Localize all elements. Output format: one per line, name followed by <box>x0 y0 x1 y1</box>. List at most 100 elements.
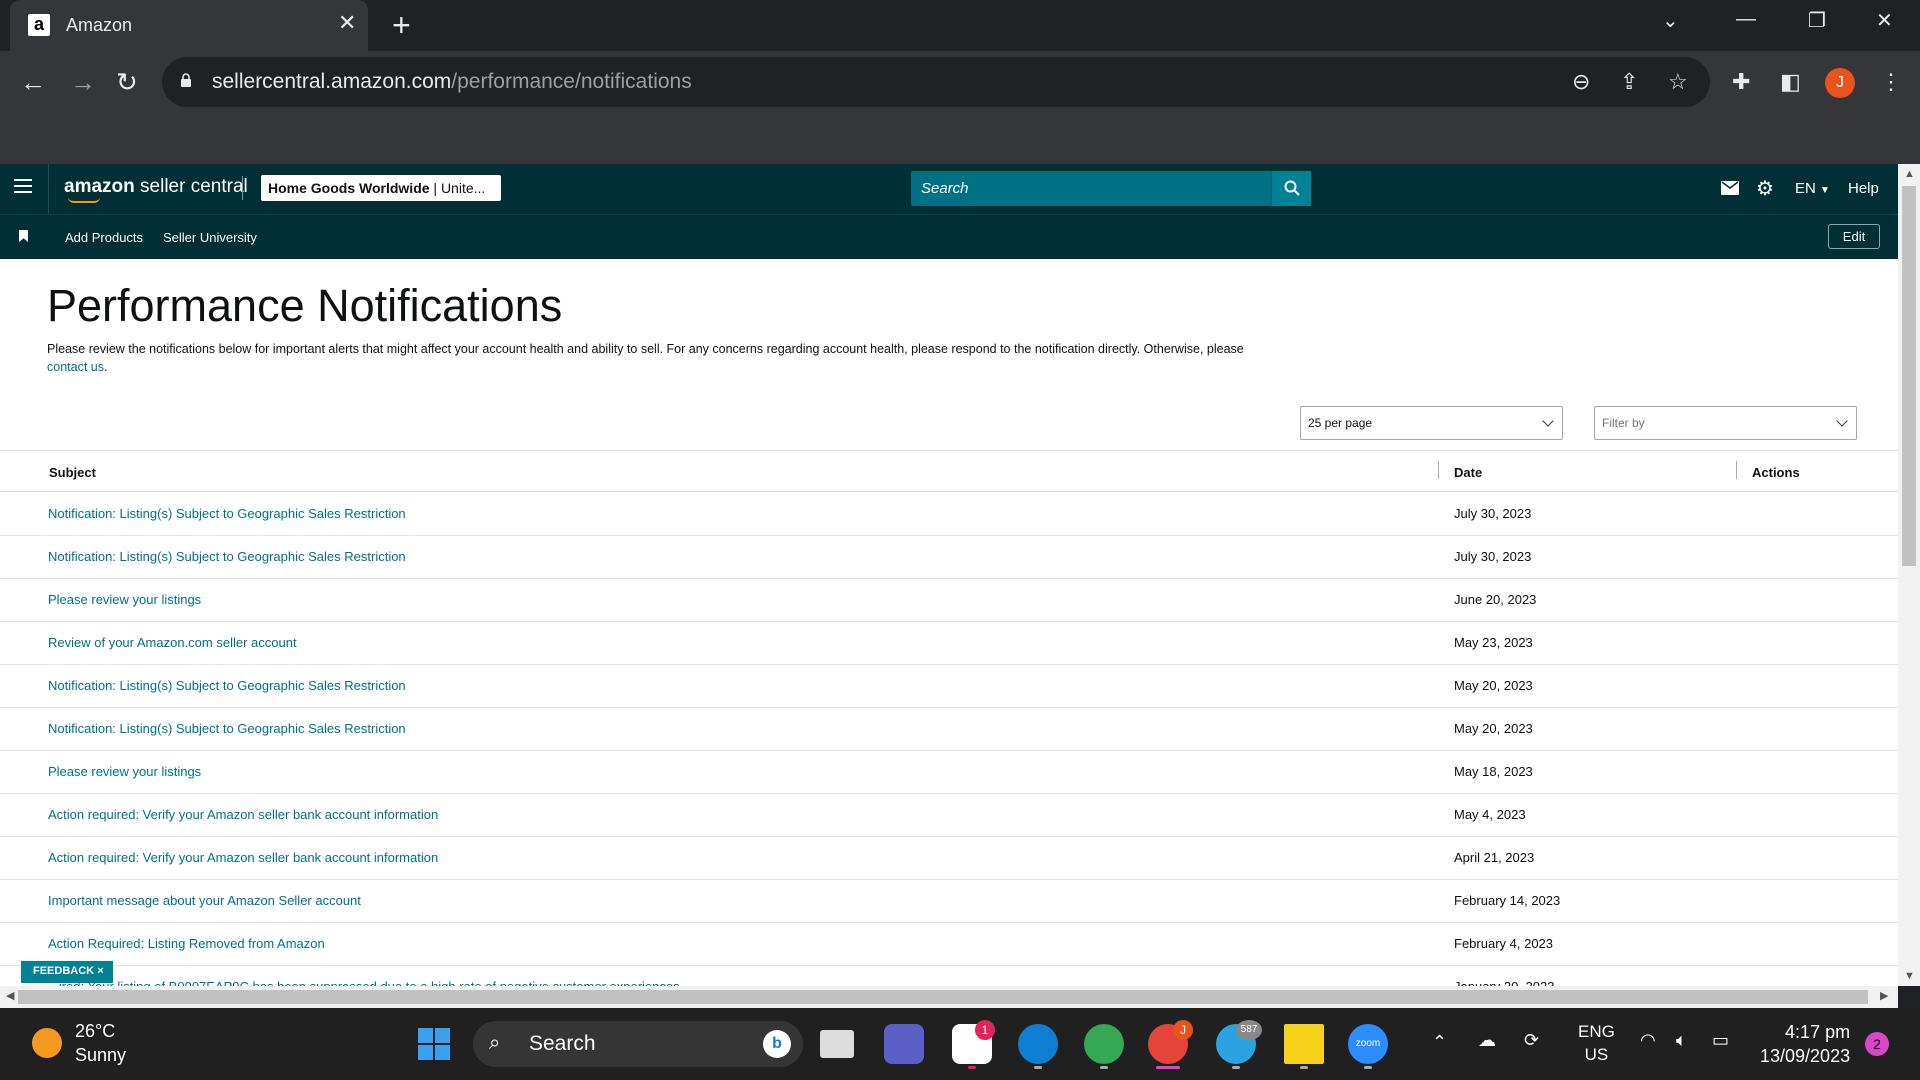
vertical-scrollbar[interactable]: ▲ ▼ <box>1898 164 1920 986</box>
telegram-badge: 587 <box>1236 1020 1262 1040</box>
notification-subject-link[interactable]: Notification: Listing(s) Subject to Geog… <box>48 678 406 693</box>
notification-date: February 14, 2023 <box>1454 893 1561 908</box>
weather-temperature[interactable]: 26°C <box>75 1021 115 1042</box>
address-bar[interactable]: sellercentral.amazon.com/performance/not… <box>162 57 1710 107</box>
bing-icon[interactable]: b <box>763 1030 791 1058</box>
sticky-notes-icon[interactable] <box>1284 1024 1324 1064</box>
chevron-down-icon: ▼ <box>1820 185 1830 196</box>
store-selector[interactable]: Home Goods Worldwide | Unite... <box>261 175 501 201</box>
close-window-button[interactable]: ✕ <box>1876 8 1893 33</box>
notification-subject-link[interactable]: Action Required: Listing Removed from Am… <box>48 936 325 951</box>
hamburger-icon[interactable] <box>14 179 32 193</box>
contact-us-link[interactable]: contact us <box>47 360 104 374</box>
page-title: Performance Notifications <box>47 280 563 331</box>
new-tab-button[interactable]: + <box>392 7 411 44</box>
close-tab-icon[interactable]: ✕ <box>338 10 356 36</box>
chevron-up-icon[interactable]: ⌃ <box>1432 1032 1447 1053</box>
seller-central-logo[interactable]: amazon seller central <box>64 176 248 203</box>
notification-subject-link[interactable]: Action required: Verify your Amazon sell… <box>48 807 438 822</box>
edge-icon[interactable] <box>1018 1024 1058 1064</box>
table-row: Please review your listings May 18, 2023 <box>0 751 1898 794</box>
scrollbar-thumb[interactable] <box>1902 186 1916 566</box>
feedback-button[interactable]: FEEDBACK × <box>21 961 113 983</box>
notification-subject-link[interactable]: Notification: Listing(s) Subject to Geog… <box>48 506 406 521</box>
weather-condition[interactable]: Sunny <box>75 1045 126 1066</box>
notification-subject-link[interactable]: Review of your Amazon.com seller account <box>48 635 297 650</box>
notification-badge[interactable]: 2 <box>1865 1032 1889 1056</box>
sidepanel-icon[interactable]: ◧ <box>1780 69 1801 95</box>
column-subject[interactable]: Subject <box>49 465 96 480</box>
edit-button[interactable]: Edit <box>1828 224 1880 249</box>
notification-subject-link[interactable]: Notification: Listing(s) Subject to Geog… <box>48 721 406 736</box>
notification-date: May 4, 2023 <box>1454 807 1526 822</box>
close-icon[interactable]: × <box>97 965 103 977</box>
volume-icon[interactable]: 🔈︎ <box>1676 1030 1687 1051</box>
table-row: ...ired: Your listing of B0007EAP9C has … <box>0 966 1898 986</box>
mail-icon[interactable] <box>1721 181 1739 195</box>
table-header: Subject Date Actions <box>0 450 1898 492</box>
share-icon[interactable]: ⇪ <box>1620 69 1638 95</box>
seller-central-nav: Add Products Seller University Edit <box>0 214 1898 259</box>
search-icon: ⌕ <box>489 1032 501 1054</box>
taskbar-search[interactable]: ⌕ Search b <box>473 1021 803 1067</box>
search-button[interactable] <box>1271 171 1311 206</box>
reload-icon[interactable]: ↻ <box>116 67 138 98</box>
table-row: Notification: Listing(s) Subject to Geog… <box>0 665 1898 708</box>
notification-subject-link[interactable]: Please review your listings <box>48 764 201 779</box>
table-row: Action required: Verify your Amazon sell… <box>0 837 1898 880</box>
filter-select[interactable]: Filter by <box>1594 406 1857 440</box>
browser-tab[interactable]: a Amazon ✕ <box>10 0 368 51</box>
notification-subject-link[interactable]: Important message about your Amazon Sell… <box>48 893 361 908</box>
wifi-icon[interactable]: ◠ <box>1640 1030 1656 1051</box>
profile-avatar[interactable]: J <box>1825 68 1855 98</box>
sun-icon[interactable] <box>32 1028 62 1058</box>
table-row: Review of your Amazon.com seller account… <box>0 622 1898 665</box>
chevron-down-icon <box>1836 415 1848 427</box>
back-icon[interactable]: ← <box>20 67 46 98</box>
nav-add-products[interactable]: Add Products <box>65 230 143 245</box>
search-placeholder: Search <box>921 180 969 197</box>
taskbar-clock[interactable]: 4:17 pm 13/09/2023 <box>1760 1020 1850 1068</box>
task-view-icon[interactable] <box>820 1030 854 1058</box>
restore-button[interactable]: ❐ <box>1808 8 1826 33</box>
zoom-icon[interactable]: zoom <box>1348 1024 1388 1064</box>
notification-date: May 20, 2023 <box>1454 678 1533 693</box>
language-selector[interactable]: EN ▼ <box>1795 180 1830 197</box>
notification-subject-link[interactable]: Please review your listings <box>48 592 201 607</box>
column-date[interactable]: Date <box>1454 465 1482 480</box>
header-divider <box>48 164 49 214</box>
scrollbar-thumb[interactable] <box>18 990 1868 1004</box>
chrome-canary-icon[interactable] <box>1084 1024 1124 1064</box>
gear-icon[interactable]: ⚙ <box>1756 176 1774 201</box>
notification-date: May 20, 2023 <box>1454 721 1533 736</box>
star-icon[interactable]: ☆ <box>1668 69 1688 95</box>
onedrive-icon[interactable]: ☁ <box>1478 1030 1496 1051</box>
extensions-icon[interactable]: ✚ <box>1732 69 1750 95</box>
notification-subject-link[interactable]: Notification: Listing(s) Subject to Geog… <box>48 549 406 564</box>
bookmark-icon[interactable] <box>19 230 28 242</box>
nav-seller-university[interactable]: Seller University <box>163 230 257 245</box>
tab-search-icon[interactable]: ⌄ <box>1662 8 1679 33</box>
notification-date: June 20, 2023 <box>1454 592 1537 607</box>
notification-subject-link[interactable]: ...ired: Your listing of B0007EAP9C has … <box>48 979 680 986</box>
amazon-favicon: a <box>28 14 50 36</box>
notification-subject-link[interactable]: Action required: Verify your Amazon sell… <box>48 850 438 865</box>
kebab-icon[interactable]: ⋮ <box>1880 69 1902 95</box>
horizontal-scrollbar[interactable]: ◀ ▶ <box>0 986 1898 1008</box>
notification-date: May 18, 2023 <box>1454 764 1533 779</box>
tab-title: Amazon <box>66 15 133 35</box>
taskbar-search-label: Search <box>529 1032 596 1055</box>
per-page-select[interactable]: 25 per page <box>1300 406 1563 440</box>
forward-icon[interactable]: → <box>70 67 96 98</box>
zoom-out-icon[interactable]: ⊖ <box>1572 69 1590 95</box>
help-link[interactable]: Help <box>1848 180 1879 197</box>
battery-icon[interactable]: ▭ <box>1712 1030 1729 1051</box>
windows-start-icon[interactable] <box>418 1028 450 1060</box>
sync-icon[interactable]: ⟳ <box>1524 1030 1539 1051</box>
url-text: sellercentral.amazon.com/performance/not… <box>212 70 692 93</box>
language-indicator[interactable]: ENG US <box>1578 1020 1615 1066</box>
search-input[interactable]: Search <box>911 171 1311 206</box>
slack-badge: 1 <box>975 1020 995 1040</box>
minimize-button[interactable]: — <box>1736 8 1756 31</box>
teams-icon[interactable] <box>884 1024 924 1064</box>
